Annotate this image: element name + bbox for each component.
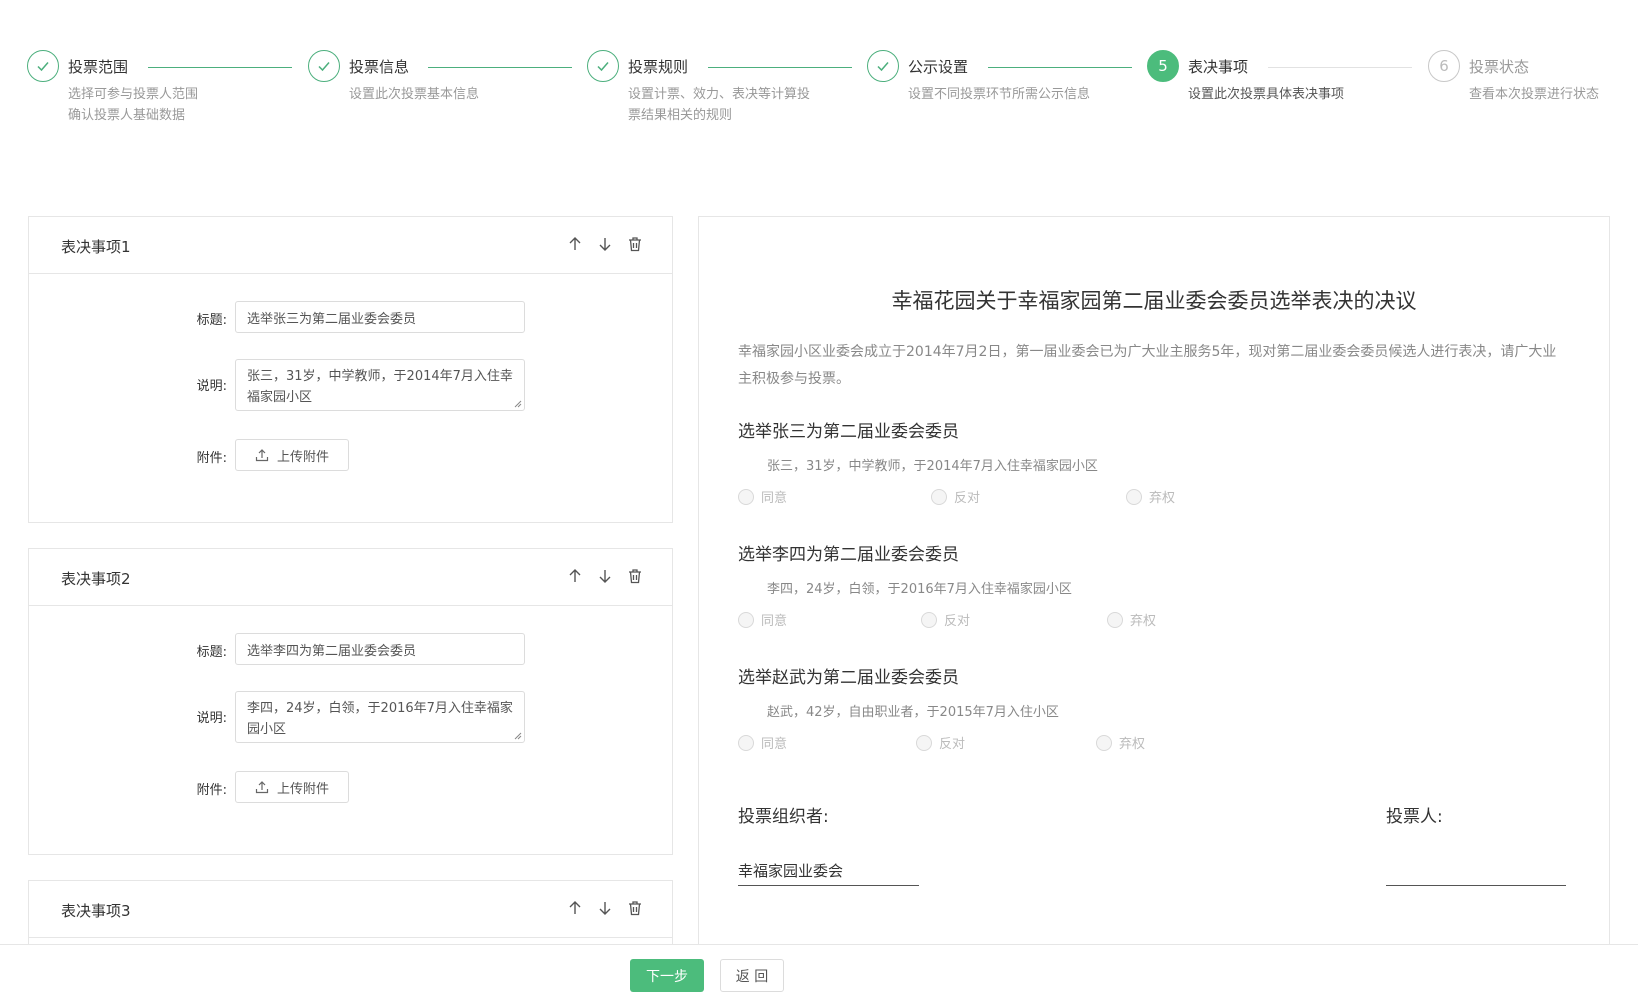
preview-item-title: 选举李四为第二届业委会委员	[738, 545, 959, 565]
radio-icon	[1096, 734, 1112, 751]
step-desc: 查看本次投票进行状态	[1469, 87, 1600, 102]
arrow-up-icon[interactable]	[566, 898, 584, 918]
preview-title: 幸福花园关于幸福家园第二届业委会委员选举表决的决议	[891, 289, 1417, 313]
desc-textarea[interactable]: 李四，24岁，白领，于2016年7月入住幸福家园小区	[235, 691, 525, 743]
option-abstain[interactable]: 弃权	[1126, 487, 1175, 506]
step-title: 投票信息	[349, 58, 410, 76]
step-connector	[428, 67, 572, 68]
arrow-up-icon[interactable]	[566, 566, 584, 586]
desc-label: 说明:	[196, 379, 227, 394]
radio-icon	[916, 734, 932, 751]
card-header: 表决事项1	[29, 217, 672, 274]
radio-icon	[931, 488, 947, 505]
option-agree[interactable]: 同意	[738, 733, 787, 752]
check-icon	[308, 50, 340, 82]
title-input[interactable]: 选举张三为第二届业委会委员	[235, 301, 525, 333]
check-icon	[27, 50, 59, 82]
card-title: 表决事项1	[61, 238, 131, 256]
preview-item-title: 选举张三为第二届业委会委员	[738, 422, 959, 442]
voter-value	[1386, 860, 1566, 886]
title-input[interactable]: 选举李四为第二届业委会委员	[235, 633, 525, 665]
desc-textarea[interactable]: 张三，31岁，中学教师，于2014年7月入住幸福家园小区	[235, 359, 525, 411]
check-icon	[867, 50, 899, 82]
option-oppose[interactable]: 反对	[921, 610, 970, 629]
desc-label: 说明:	[196, 711, 227, 726]
card-header: 表决事项3	[29, 881, 672, 938]
organizer-label: 投票组织者:	[738, 807, 829, 827]
option-oppose[interactable]: 反对	[916, 733, 965, 752]
trash-icon[interactable]	[626, 234, 644, 254]
card-title: 表决事项3	[61, 902, 131, 920]
back-button[interactable]: 返 回	[720, 959, 784, 992]
step-title: 投票范围	[68, 58, 129, 76]
voter-label: 投票人:	[1386, 807, 1443, 827]
step-title: 投票状态	[1469, 58, 1530, 76]
step-progress: 投票范围 选择可参与投票人范围 确认投票人基础数据 投票信息 设置此次投票基本信…	[0, 0, 1638, 140]
step-connector	[708, 67, 852, 68]
option-oppose[interactable]: 反对	[931, 487, 980, 506]
title-label: 标题:	[196, 313, 227, 328]
upload-icon	[255, 449, 269, 462]
step-number: 6	[1428, 50, 1460, 82]
upload-icon	[255, 781, 269, 794]
step-title: 投票规则	[628, 58, 689, 76]
footer-bar: 下一步 返 回	[0, 944, 1638, 993]
preview-item-title: 选举赵武为第二届业委会委员	[738, 668, 959, 688]
step-connector	[1268, 67, 1412, 68]
arrow-down-icon[interactable]	[596, 566, 614, 586]
radio-icon	[1126, 488, 1142, 505]
radio-icon	[921, 611, 937, 628]
step-desc: 设置不同投票环节所需公示信息	[908, 87, 1091, 102]
card-header: 表决事项2	[29, 549, 672, 606]
option-agree[interactable]: 同意	[738, 610, 787, 629]
upload-attachment-button[interactable]: 上传附件	[235, 771, 349, 803]
step-desc: 选择可参与投票人范围 确认投票人基础数据	[68, 87, 199, 123]
preview-item-desc: 张三，31岁，中学教师，于2014年7月入住幸福家园小区	[767, 459, 1098, 474]
step-title: 公示设置	[908, 58, 969, 76]
step-desc: 设置此次投票具体表决事项	[1188, 87, 1345, 102]
title-label: 标题:	[196, 645, 227, 660]
resolution-item-card-2: 表决事项2 标题: 选举李四为第二届业委会委员 说明: 李四，24岁，白领，于2…	[28, 548, 673, 855]
resolution-preview: 幸福花园关于幸福家园第二届业委会委员选举表决的决议 幸福家园小区业委会成立于20…	[698, 216, 1610, 946]
upload-attachment-button[interactable]: 上传附件	[235, 439, 349, 471]
step-desc: 设置此次投票基本信息	[349, 87, 480, 102]
option-abstain[interactable]: 弃权	[1096, 733, 1145, 752]
step-title: 表决事项	[1188, 58, 1249, 76]
step-connector	[148, 67, 292, 68]
resize-grip-icon[interactable]	[514, 400, 522, 408]
trash-icon[interactable]	[626, 566, 644, 586]
radio-icon	[738, 611, 754, 628]
option-agree[interactable]: 同意	[738, 487, 787, 506]
arrow-down-icon[interactable]	[596, 234, 614, 254]
step-number: 5	[1147, 50, 1179, 82]
step-desc: 设置计票、效力、表决等计算投 票结果相关的规则	[628, 87, 811, 123]
step-connector	[988, 67, 1132, 68]
radio-icon	[738, 488, 754, 505]
resize-grip-icon[interactable]	[514, 732, 522, 740]
arrow-up-icon[interactable]	[566, 234, 584, 254]
option-abstain[interactable]: 弃权	[1107, 610, 1156, 629]
radio-icon	[1107, 611, 1123, 628]
resolution-item-card-1: 表决事项1 标题: 选举张三为第二届业委会委员 说明: 张三，31岁，中学教师，…	[28, 216, 673, 523]
preview-item-desc: 李四，24岁，白领，于2016年7月入住幸福家园小区	[767, 582, 1072, 597]
arrow-down-icon[interactable]	[596, 898, 614, 918]
trash-icon[interactable]	[626, 898, 644, 918]
attach-label: 附件:	[196, 451, 227, 466]
radio-icon	[738, 734, 754, 751]
attach-label: 附件:	[196, 783, 227, 798]
preview-item-desc: 赵武，42岁，自由职业者，于2015年7月入住小区	[767, 705, 1059, 720]
check-icon	[587, 50, 619, 82]
preview-intro: 幸福家园小区业委会成立于2014年7月2日，第一届业委会已为广大业主服务5年，现…	[738, 344, 1557, 387]
organizer-value: 幸福家园业委会	[738, 860, 919, 886]
next-step-button[interactable]: 下一步	[630, 959, 704, 992]
card-title: 表决事项2	[61, 570, 131, 588]
